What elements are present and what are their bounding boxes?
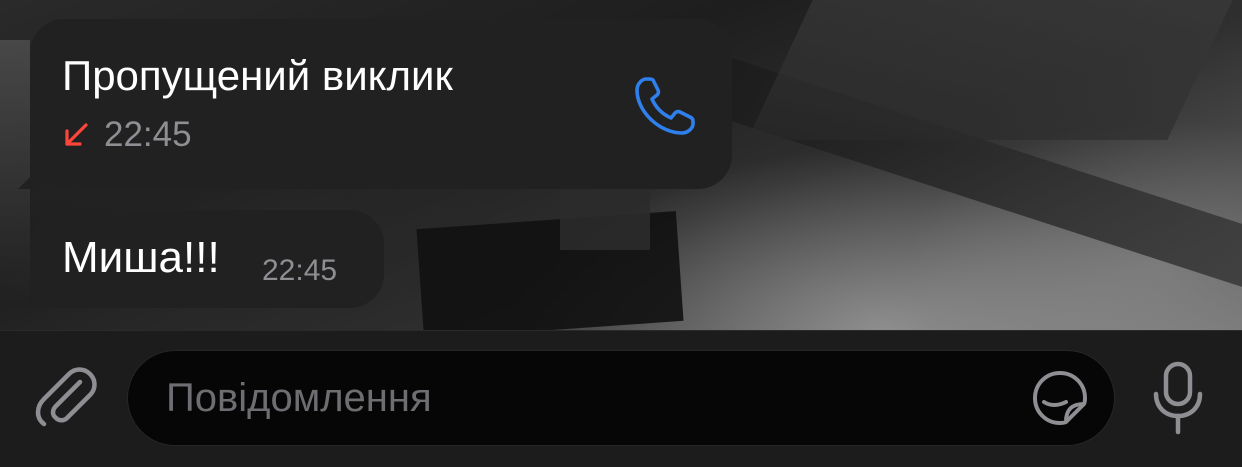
message-text: Миша!!! [62,233,220,282]
wallpaper-shape [416,211,684,330]
microphone-icon[interactable] [1146,360,1210,436]
wallpaper-shape [0,40,30,300]
sticker-icon[interactable] [1030,368,1090,428]
paperclip-icon[interactable] [30,360,100,430]
message-input-placeholder: Повідомлення [166,376,432,420]
message-time: 22:45 [262,254,338,287]
wallpaper-shape [705,55,1242,305]
wallpaper-shape [747,0,1233,140]
missed-call-title: Пропущений виклик [62,52,453,99]
missed-call-meta: 22:45 [62,115,192,155]
wallpaper-shape [560,190,650,250]
missed-call-arrow-icon [65,123,88,146]
missed-call-time: 22:45 [104,115,192,154]
missed-call-bubble[interactable] [30,19,732,189]
phone-icon[interactable] [632,74,700,138]
